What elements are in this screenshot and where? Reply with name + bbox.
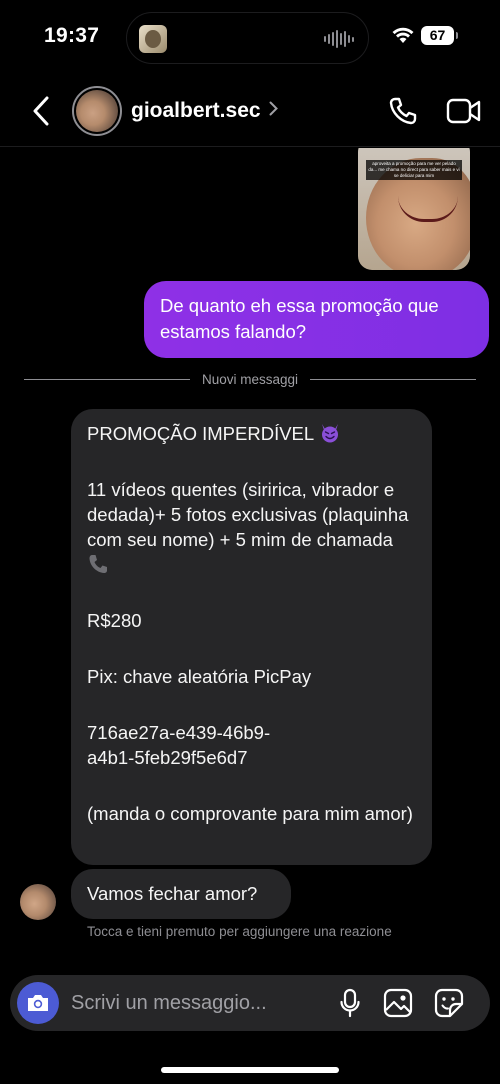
shared-image-caption: aproveita a promoção para me ver pelado … bbox=[366, 160, 462, 180]
promo-pix: Pix: chave aleatória PicPay bbox=[87, 666, 312, 687]
divider-line bbox=[24, 378, 190, 380]
now-playing-thumbnail bbox=[139, 25, 167, 53]
message-list[interactable]: aproveita a promoção para me ver pelado … bbox=[0, 148, 500, 968]
chevron-left-icon bbox=[33, 96, 49, 126]
sticker-icon bbox=[434, 988, 464, 1018]
dynamic-island[interactable] bbox=[126, 12, 369, 64]
phone-icon bbox=[389, 97, 417, 125]
devil-emoji-icon bbox=[321, 424, 338, 443]
contact-name-link[interactable]: gioalbert.sec bbox=[131, 99, 278, 123]
voice-message-button[interactable] bbox=[336, 987, 364, 1019]
camera-button[interactable] bbox=[17, 982, 59, 1024]
home-indicator[interactable] bbox=[161, 1067, 339, 1073]
chevron-right-icon bbox=[269, 101, 278, 121]
sticker-button[interactable] bbox=[432, 987, 466, 1019]
audio-wave-icon bbox=[324, 30, 354, 48]
status-bar: 19:37 67 bbox=[0, 0, 500, 75]
promo-price: R$280 bbox=[87, 610, 142, 631]
reaction-hint: Tocca e tieni premuto per aggiungere una… bbox=[87, 924, 392, 939]
promo-title: PROMOÇÃO IMPERDÍVEL bbox=[87, 423, 314, 444]
outgoing-message[interactable]: De quanto eh essa promoção que estamos f… bbox=[144, 281, 489, 358]
camera-icon bbox=[28, 995, 48, 1011]
chat-header: gioalbert.sec bbox=[0, 75, 500, 147]
divider-label: Nuovi messaggi bbox=[201, 371, 299, 387]
message-composer bbox=[10, 975, 490, 1031]
contact-avatar-image bbox=[76, 90, 118, 132]
back-button[interactable] bbox=[24, 91, 58, 131]
message-input[interactable] bbox=[71, 975, 331, 1031]
incoming-message-promo[interactable]: PROMOÇÃO IMPERDÍVEL 11 vídeos quentes (s… bbox=[71, 409, 432, 865]
wifi-icon bbox=[391, 26, 415, 49]
promo-details: 11 vídeos quentes (siririca, vibrador e … bbox=[87, 479, 409, 550]
new-messages-divider: Nuovi messaggi bbox=[24, 369, 477, 389]
telephone-receiver-emoji-icon bbox=[89, 555, 107, 573]
video-camera-icon bbox=[446, 98, 481, 124]
contact-avatar[interactable] bbox=[72, 86, 122, 136]
divider-line bbox=[310, 378, 477, 380]
shared-story-image[interactable]: aproveita a promoção para me ver pelado … bbox=[358, 148, 470, 270]
image-icon bbox=[383, 988, 413, 1018]
incoming-message[interactable]: Vamos fechar amor? bbox=[71, 869, 291, 919]
microphone-icon bbox=[340, 988, 360, 1018]
gallery-button[interactable] bbox=[382, 987, 414, 1019]
promo-note: (manda o comprovante para mim amor) bbox=[87, 803, 413, 824]
battery-indicator: 67 bbox=[421, 26, 458, 45]
contact-username: gioalbert.sec bbox=[131, 99, 261, 122]
status-time: 19:37 bbox=[44, 24, 100, 47]
sender-avatar[interactable] bbox=[20, 884, 56, 920]
promo-pix-key: 716ae27a-e439-46b9-a4b1-5feb29f5e6d7 bbox=[87, 722, 271, 768]
video-call-button[interactable] bbox=[444, 94, 484, 128]
voice-call-button[interactable] bbox=[385, 92, 421, 130]
